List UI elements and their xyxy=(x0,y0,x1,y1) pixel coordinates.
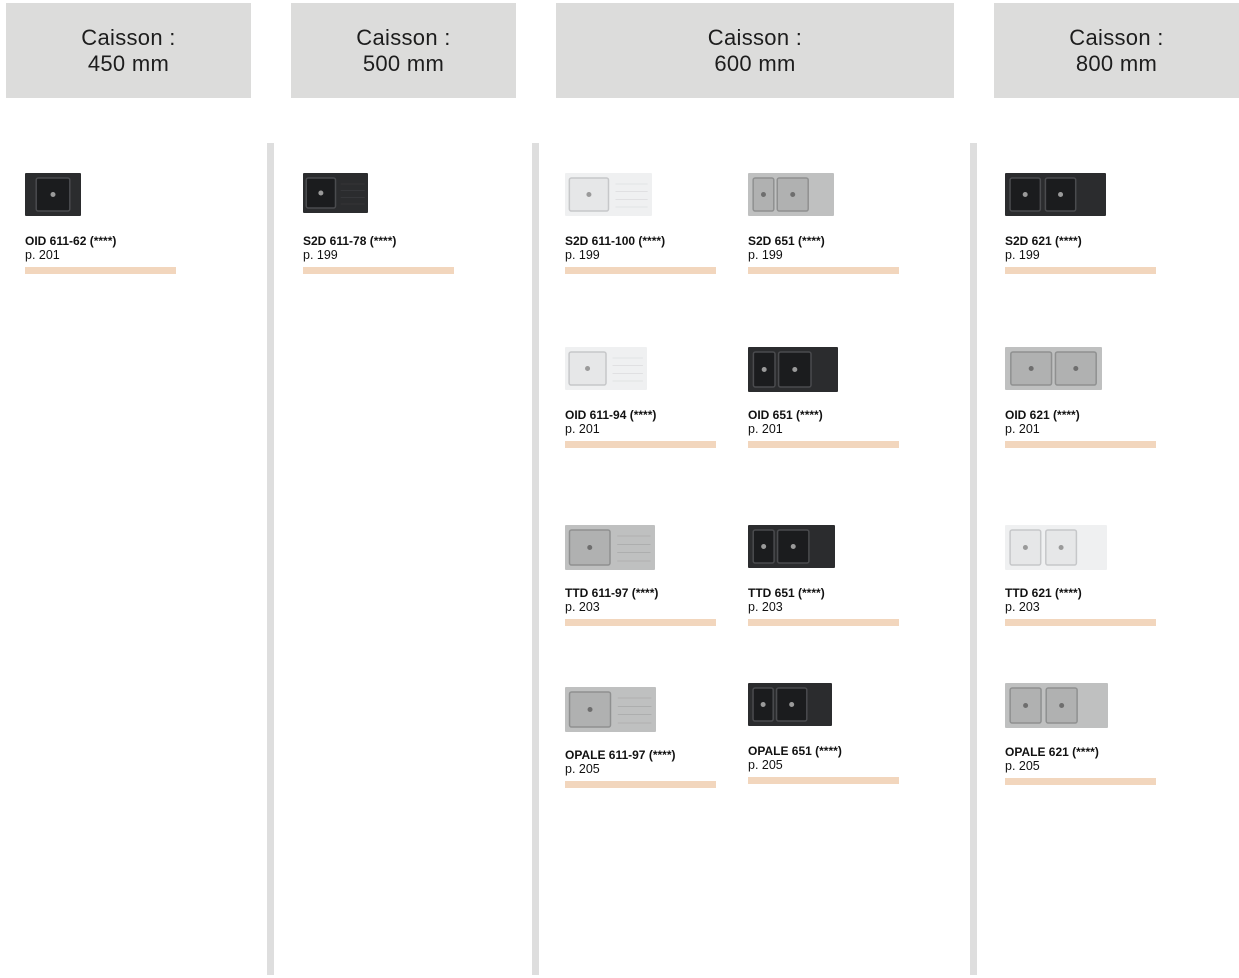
accent-bar xyxy=(565,441,716,448)
product-page-ref: p. 199 xyxy=(303,248,338,262)
product-card[interactable]: S2D 611-100 (****) p. 199 xyxy=(565,173,725,276)
product-name: S2D 611-100 (****) xyxy=(565,234,666,248)
header-label: Caisson : xyxy=(81,24,176,50)
accent-bar xyxy=(303,267,454,274)
header-size: 800 mm xyxy=(1075,50,1158,76)
product-card[interactable]: OID 611-94 (****) p. 201 xyxy=(565,347,725,450)
header-label: Caisson : xyxy=(356,24,451,50)
sink-image xyxy=(565,687,656,732)
accent-bar xyxy=(25,267,176,274)
product-card[interactable]: OPALE 611-97 (****) p. 205 xyxy=(565,687,725,790)
product-name: OPALE 621 (****) xyxy=(1005,745,1099,759)
product-page-ref: p. 203 xyxy=(1005,600,1040,614)
accent-bar xyxy=(748,441,899,448)
product-page-ref: p. 199 xyxy=(1005,248,1040,262)
product-page-ref: p. 201 xyxy=(565,422,600,436)
product-name: TTD 621 (****) xyxy=(1005,586,1082,600)
accent-bar xyxy=(1005,619,1156,626)
product-card[interactable]: OID 651 (****) p. 201 xyxy=(748,347,908,450)
sink-image xyxy=(565,173,652,216)
product-name: TTD 651 (****) xyxy=(748,586,825,600)
sink-image xyxy=(748,347,838,392)
product-page-ref: p. 205 xyxy=(748,758,783,772)
accent-bar xyxy=(1005,267,1156,274)
product-name: OPALE 611-97 (****) xyxy=(565,748,676,762)
product-card[interactable]: TTD 621 (****) p. 203 xyxy=(1005,525,1165,628)
sink-image xyxy=(1005,683,1108,728)
product-card[interactable]: OPALE 621 (****) p. 205 xyxy=(1005,683,1165,787)
product-name: TTD 611-97 (****) xyxy=(565,586,659,600)
sink-image xyxy=(1005,525,1107,570)
product-name: OID 621 (****) xyxy=(1005,408,1080,422)
product-name: S2D 621 (****) xyxy=(1005,234,1082,248)
product-page-ref: p. 205 xyxy=(1005,759,1040,773)
product-page-ref: p. 199 xyxy=(748,248,783,262)
sink-image xyxy=(1005,347,1102,390)
header-size: 500 mm xyxy=(362,50,445,76)
product-name: S2D 611-78 (****) xyxy=(303,234,397,248)
product-card[interactable]: TTD 651 (****) p. 203 xyxy=(748,525,908,628)
product-name: OID 651 (****) xyxy=(748,408,823,422)
product-name: OID 611-62 (****) xyxy=(25,234,117,248)
product-page-ref: p. 203 xyxy=(565,600,600,614)
sink-image xyxy=(1005,173,1106,216)
product-page-ref: p. 201 xyxy=(25,248,60,262)
accent-bar xyxy=(748,267,899,274)
accent-bar xyxy=(748,777,899,784)
product-card[interactable]: TTD 611-97 (****) p. 203 xyxy=(565,525,725,628)
column-divider xyxy=(970,143,977,975)
column-header-450: Caisson : 450 mm xyxy=(6,3,251,98)
sink-image xyxy=(565,347,647,390)
accent-bar xyxy=(565,267,716,274)
accent-bar xyxy=(565,619,716,626)
product-card[interactable]: OID 621 (****) p. 201 xyxy=(1005,347,1165,450)
product-page-ref: p. 201 xyxy=(1005,422,1040,436)
header-label: Caisson : xyxy=(1069,24,1164,50)
product-page-ref: p. 201 xyxy=(748,422,783,436)
sink-image xyxy=(303,173,368,213)
product-card[interactable]: S2D 621 (****) p. 199 xyxy=(1005,173,1165,276)
product-name: OID 611-94 (****) xyxy=(565,408,657,422)
header-size: 600 mm xyxy=(714,50,796,76)
column-header-600: Caisson : 600 mm xyxy=(556,3,954,98)
product-card[interactable]: S2D 651 (****) p. 199 xyxy=(748,173,908,276)
column-divider xyxy=(267,143,274,975)
product-name: S2D 651 (****) xyxy=(748,234,825,248)
product-card[interactable]: OID 611-62 (****) p. 201 xyxy=(25,173,185,276)
product-page-ref: p. 205 xyxy=(565,762,600,776)
sink-image xyxy=(565,525,655,570)
sink-image xyxy=(25,173,81,216)
accent-bar xyxy=(1005,441,1156,448)
column-header-500: Caisson : 500 mm xyxy=(291,3,516,98)
sink-image xyxy=(748,173,834,216)
product-card[interactable]: OPALE 651 (****) p. 205 xyxy=(748,683,908,786)
product-card[interactable]: S2D 611-78 (****) p. 199 xyxy=(303,173,463,276)
sink-image xyxy=(748,525,835,568)
accent-bar xyxy=(565,781,716,788)
product-name: OPALE 651 (****) xyxy=(748,744,842,758)
sink-image xyxy=(748,683,832,726)
product-page-ref: p. 203 xyxy=(748,600,783,614)
column-header-800: Caisson : 800 mm xyxy=(994,3,1239,98)
product-page-ref: p. 199 xyxy=(565,248,600,262)
header-size: 450 mm xyxy=(87,50,170,76)
column-divider xyxy=(532,143,539,975)
accent-bar xyxy=(1005,778,1156,785)
header-label: Caisson : xyxy=(707,24,803,50)
accent-bar xyxy=(748,619,899,626)
